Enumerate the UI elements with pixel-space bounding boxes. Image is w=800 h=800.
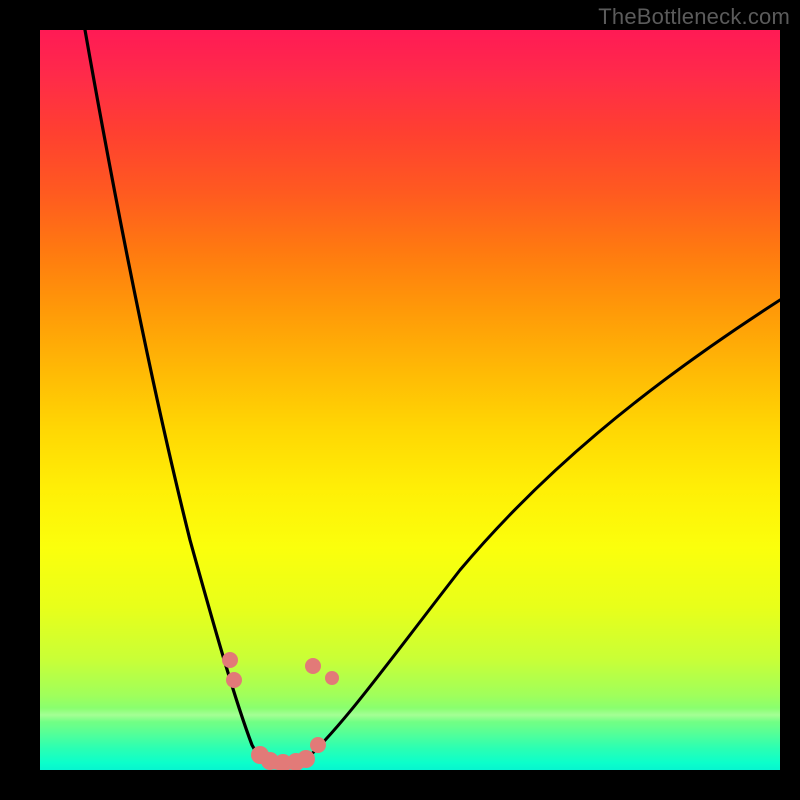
chart-svg xyxy=(40,30,780,770)
marker-dot xyxy=(305,658,321,674)
marker-dot xyxy=(325,671,339,685)
watermark-text: TheBottleneck.com xyxy=(598,4,790,30)
marker-dot xyxy=(297,750,315,768)
marker-dot xyxy=(310,737,326,753)
curve-right xyxy=(302,300,780,763)
marker-dot xyxy=(222,652,238,668)
plot-area xyxy=(40,30,780,770)
chart-frame: TheBottleneck.com xyxy=(0,0,800,800)
curve-left xyxy=(85,30,275,764)
marker-dot xyxy=(226,672,242,688)
